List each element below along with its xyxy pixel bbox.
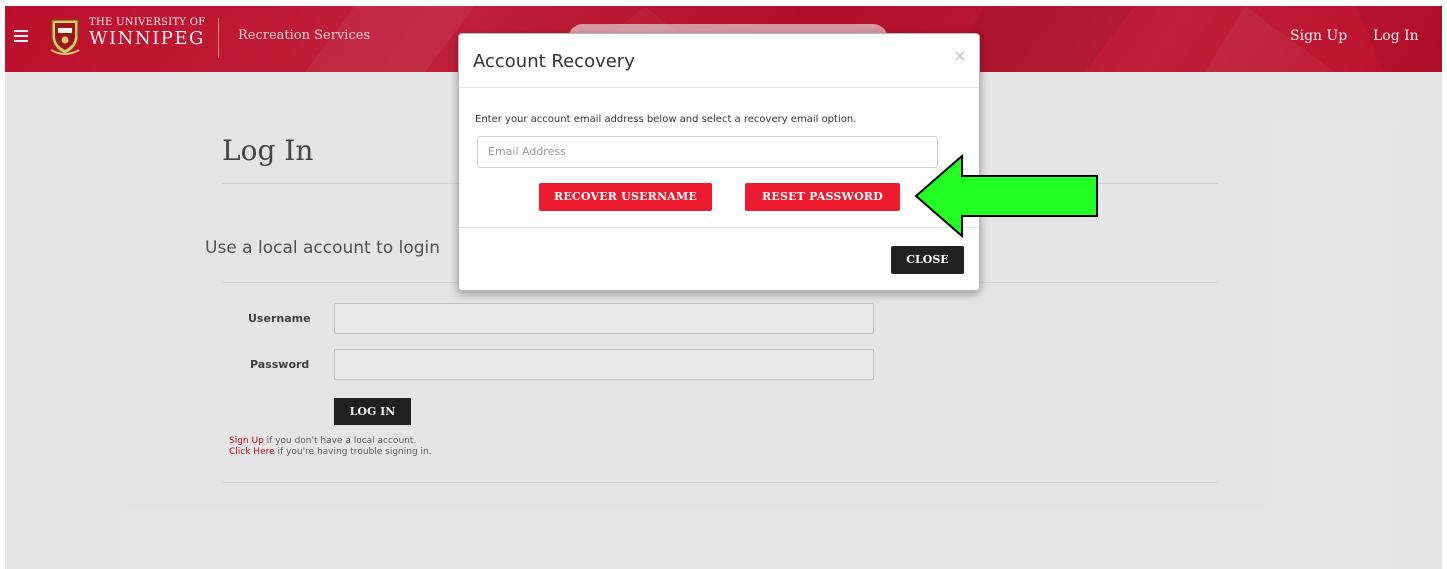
account-recovery-modal: Account Recovery × Enter your account em… — [458, 33, 980, 291]
modal-divider — [459, 87, 979, 88]
email-address-input[interactable]: Email Address — [477, 136, 938, 168]
green-arrow-annotation-icon — [914, 154, 1098, 238]
modal-divider — [459, 227, 979, 228]
close-button[interactable]: CLOSE — [891, 246, 964, 274]
recover-username-button[interactable]: RECOVER USERNAME — [539, 183, 712, 211]
close-icon[interactable]: × — [953, 46, 966, 65]
modal-title: Account Recovery — [473, 51, 635, 72]
reset-password-button[interactable]: RESET PASSWORD — [745, 183, 900, 211]
recovery-instructions: Enter your account email address below a… — [475, 114, 857, 125]
